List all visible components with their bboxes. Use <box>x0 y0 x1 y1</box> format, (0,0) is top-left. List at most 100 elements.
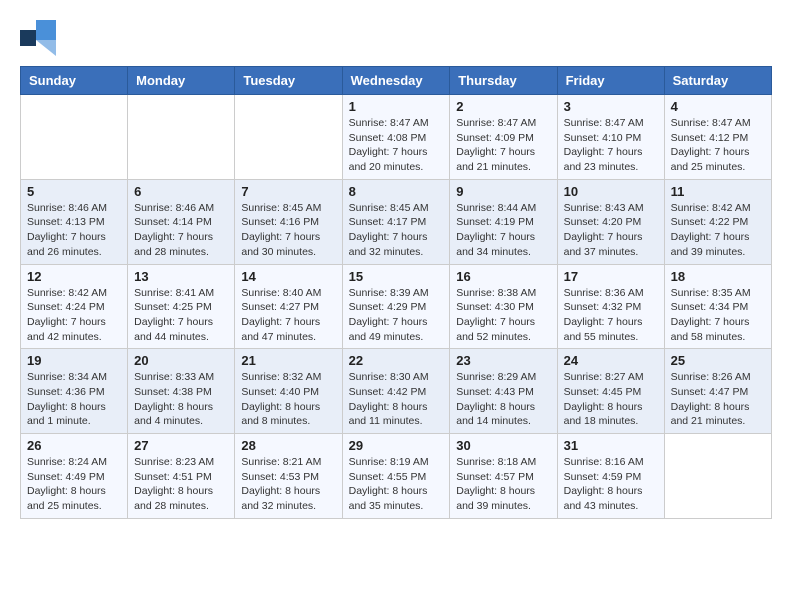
day-cell: 18 Sunrise: 8:35 AM Sunset: 4:34 PM Dayli… <box>664 264 771 349</box>
day-cell: 8 Sunrise: 8:45 AM Sunset: 4:17 PM Daylig… <box>342 179 450 264</box>
day-cell: 9 Sunrise: 8:44 AM Sunset: 4:19 PM Daylig… <box>450 179 557 264</box>
day-info: Sunrise: 8:16 AM Sunset: 4:59 PM Dayligh… <box>564 455 658 514</box>
day-cell <box>664 434 771 519</box>
day-info: Sunrise: 8:29 AM Sunset: 4:43 PM Dayligh… <box>456 370 550 429</box>
day-info: Sunrise: 8:47 AM Sunset: 4:12 PM Dayligh… <box>671 116 765 175</box>
day-cell: 22 Sunrise: 8:30 AM Sunset: 4:42 PM Dayli… <box>342 349 450 434</box>
day-number: 3 <box>564 99 658 114</box>
day-info: Sunrise: 8:18 AM Sunset: 4:57 PM Dayligh… <box>456 455 550 514</box>
logo-graphic <box>20 20 56 56</box>
day-info: Sunrise: 8:43 AM Sunset: 4:20 PM Dayligh… <box>564 201 658 260</box>
day-info: Sunrise: 8:38 AM Sunset: 4:30 PM Dayligh… <box>456 286 550 345</box>
logo <box>20 20 60 56</box>
header-tuesday: Tuesday <box>235 67 342 95</box>
header-friday: Friday <box>557 67 664 95</box>
day-cell: 2 Sunrise: 8:47 AM Sunset: 4:09 PM Daylig… <box>450 95 557 180</box>
day-info: Sunrise: 8:47 AM Sunset: 4:09 PM Dayligh… <box>456 116 550 175</box>
header-sunday: Sunday <box>21 67 128 95</box>
day-number: 29 <box>349 438 444 453</box>
day-info: Sunrise: 8:46 AM Sunset: 4:14 PM Dayligh… <box>134 201 228 260</box>
day-cell: 24 Sunrise: 8:27 AM Sunset: 4:45 PM Dayli… <box>557 349 664 434</box>
day-info: Sunrise: 8:47 AM Sunset: 4:10 PM Dayligh… <box>564 116 658 175</box>
day-info: Sunrise: 8:42 AM Sunset: 4:24 PM Dayligh… <box>27 286 121 345</box>
day-cell: 13 Sunrise: 8:41 AM Sunset: 4:25 PM Dayli… <box>128 264 235 349</box>
day-number: 1 <box>349 99 444 114</box>
day-info: Sunrise: 8:32 AM Sunset: 4:40 PM Dayligh… <box>241 370 335 429</box>
day-info: Sunrise: 8:21 AM Sunset: 4:53 PM Dayligh… <box>241 455 335 514</box>
day-number: 6 <box>134 184 228 199</box>
day-number: 15 <box>349 269 444 284</box>
header-wednesday: Wednesday <box>342 67 450 95</box>
day-number: 24 <box>564 353 658 368</box>
day-info: Sunrise: 8:40 AM Sunset: 4:27 PM Dayligh… <box>241 286 335 345</box>
day-number: 20 <box>134 353 228 368</box>
day-cell <box>128 95 235 180</box>
day-info: Sunrise: 8:47 AM Sunset: 4:08 PM Dayligh… <box>349 116 444 175</box>
day-cell: 15 Sunrise: 8:39 AM Sunset: 4:29 PM Dayli… <box>342 264 450 349</box>
day-number: 23 <box>456 353 550 368</box>
day-number: 17 <box>564 269 658 284</box>
day-info: Sunrise: 8:34 AM Sunset: 4:36 PM Dayligh… <box>27 370 121 429</box>
header-monday: Monday <box>128 67 235 95</box>
day-info: Sunrise: 8:41 AM Sunset: 4:25 PM Dayligh… <box>134 286 228 345</box>
day-info: Sunrise: 8:46 AM Sunset: 4:13 PM Dayligh… <box>27 201 121 260</box>
day-number: 26 <box>27 438 121 453</box>
calendar-header-row: SundayMondayTuesdayWednesdayThursdayFrid… <box>21 67 772 95</box>
day-number: 14 <box>241 269 335 284</box>
day-cell: 5Sunrise: 8:46 AM Sunset: 4:13 PM Daylig… <box>21 179 128 264</box>
day-cell: 29 Sunrise: 8:19 AM Sunset: 4:55 PM Dayli… <box>342 434 450 519</box>
day-number: 27 <box>134 438 228 453</box>
day-cell: 3 Sunrise: 8:47 AM Sunset: 4:10 PM Daylig… <box>557 95 664 180</box>
day-number: 2 <box>456 99 550 114</box>
week-row-4: 19 Sunrise: 8:34 AM Sunset: 4:36 PM Dayli… <box>21 349 772 434</box>
day-number: 12 <box>27 269 121 284</box>
day-info: Sunrise: 8:35 AM Sunset: 4:34 PM Dayligh… <box>671 286 765 345</box>
day-number: 9 <box>456 184 550 199</box>
day-number: 13 <box>134 269 228 284</box>
day-info: Sunrise: 8:19 AM Sunset: 4:55 PM Dayligh… <box>349 455 444 514</box>
day-cell: 19 Sunrise: 8:34 AM Sunset: 4:36 PM Dayli… <box>21 349 128 434</box>
day-number: 7 <box>241 184 335 199</box>
day-cell: 23 Sunrise: 8:29 AM Sunset: 4:43 PM Dayli… <box>450 349 557 434</box>
week-row-2: 5Sunrise: 8:46 AM Sunset: 4:13 PM Daylig… <box>21 179 772 264</box>
day-number: 22 <box>349 353 444 368</box>
day-info: Sunrise: 8:42 AM Sunset: 4:22 PM Dayligh… <box>671 201 765 260</box>
day-info: Sunrise: 8:27 AM Sunset: 4:45 PM Dayligh… <box>564 370 658 429</box>
week-row-1: 1 Sunrise: 8:47 AM Sunset: 4:08 PM Daylig… <box>21 95 772 180</box>
day-info: Sunrise: 8:26 AM Sunset: 4:47 PM Dayligh… <box>671 370 765 429</box>
day-cell: 12 Sunrise: 8:42 AM Sunset: 4:24 PM Dayli… <box>21 264 128 349</box>
day-number: 11 <box>671 184 765 199</box>
week-row-3: 12 Sunrise: 8:42 AM Sunset: 4:24 PM Dayli… <box>21 264 772 349</box>
day-info: Sunrise: 8:23 AM Sunset: 4:51 PM Dayligh… <box>134 455 228 514</box>
day-number: 4 <box>671 99 765 114</box>
day-cell: 16 Sunrise: 8:38 AM Sunset: 4:30 PM Dayli… <box>450 264 557 349</box>
day-cell: 10Sunrise: 8:43 AM Sunset: 4:20 PM Dayli… <box>557 179 664 264</box>
day-info: Sunrise: 8:44 AM Sunset: 4:19 PM Dayligh… <box>456 201 550 260</box>
day-number: 28 <box>241 438 335 453</box>
day-number: 31 <box>564 438 658 453</box>
header-thursday: Thursday <box>450 67 557 95</box>
day-cell: 25 Sunrise: 8:26 AM Sunset: 4:47 PM Dayli… <box>664 349 771 434</box>
day-cell: 30Sunrise: 8:18 AM Sunset: 4:57 PM Dayli… <box>450 434 557 519</box>
day-cell: 11 Sunrise: 8:42 AM Sunset: 4:22 PM Dayli… <box>664 179 771 264</box>
day-cell: 26 Sunrise: 8:24 AM Sunset: 4:49 PM Dayli… <box>21 434 128 519</box>
day-cell: 20 Sunrise: 8:33 AM Sunset: 4:38 PM Dayli… <box>128 349 235 434</box>
day-cell: 7Sunrise: 8:45 AM Sunset: 4:16 PM Daylig… <box>235 179 342 264</box>
day-cell: 14 Sunrise: 8:40 AM Sunset: 4:27 PM Dayli… <box>235 264 342 349</box>
week-row-5: 26 Sunrise: 8:24 AM Sunset: 4:49 PM Dayli… <box>21 434 772 519</box>
day-cell: 31 Sunrise: 8:16 AM Sunset: 4:59 PM Dayli… <box>557 434 664 519</box>
day-info: Sunrise: 8:24 AM Sunset: 4:49 PM Dayligh… <box>27 455 121 514</box>
day-cell: 1 Sunrise: 8:47 AM Sunset: 4:08 PM Daylig… <box>342 95 450 180</box>
day-number: 8 <box>349 184 444 199</box>
day-cell: 21Sunrise: 8:32 AM Sunset: 4:40 PM Dayli… <box>235 349 342 434</box>
day-info: Sunrise: 8:30 AM Sunset: 4:42 PM Dayligh… <box>349 370 444 429</box>
day-number: 25 <box>671 353 765 368</box>
day-info: Sunrise: 8:45 AM Sunset: 4:17 PM Dayligh… <box>349 201 444 260</box>
day-number: 19 <box>27 353 121 368</box>
day-number: 18 <box>671 269 765 284</box>
day-info: Sunrise: 8:33 AM Sunset: 4:38 PM Dayligh… <box>134 370 228 429</box>
page-header <box>20 20 772 56</box>
day-info: Sunrise: 8:39 AM Sunset: 4:29 PM Dayligh… <box>349 286 444 345</box>
day-number: 16 <box>456 269 550 284</box>
day-cell: 4 Sunrise: 8:47 AM Sunset: 4:12 PM Daylig… <box>664 95 771 180</box>
